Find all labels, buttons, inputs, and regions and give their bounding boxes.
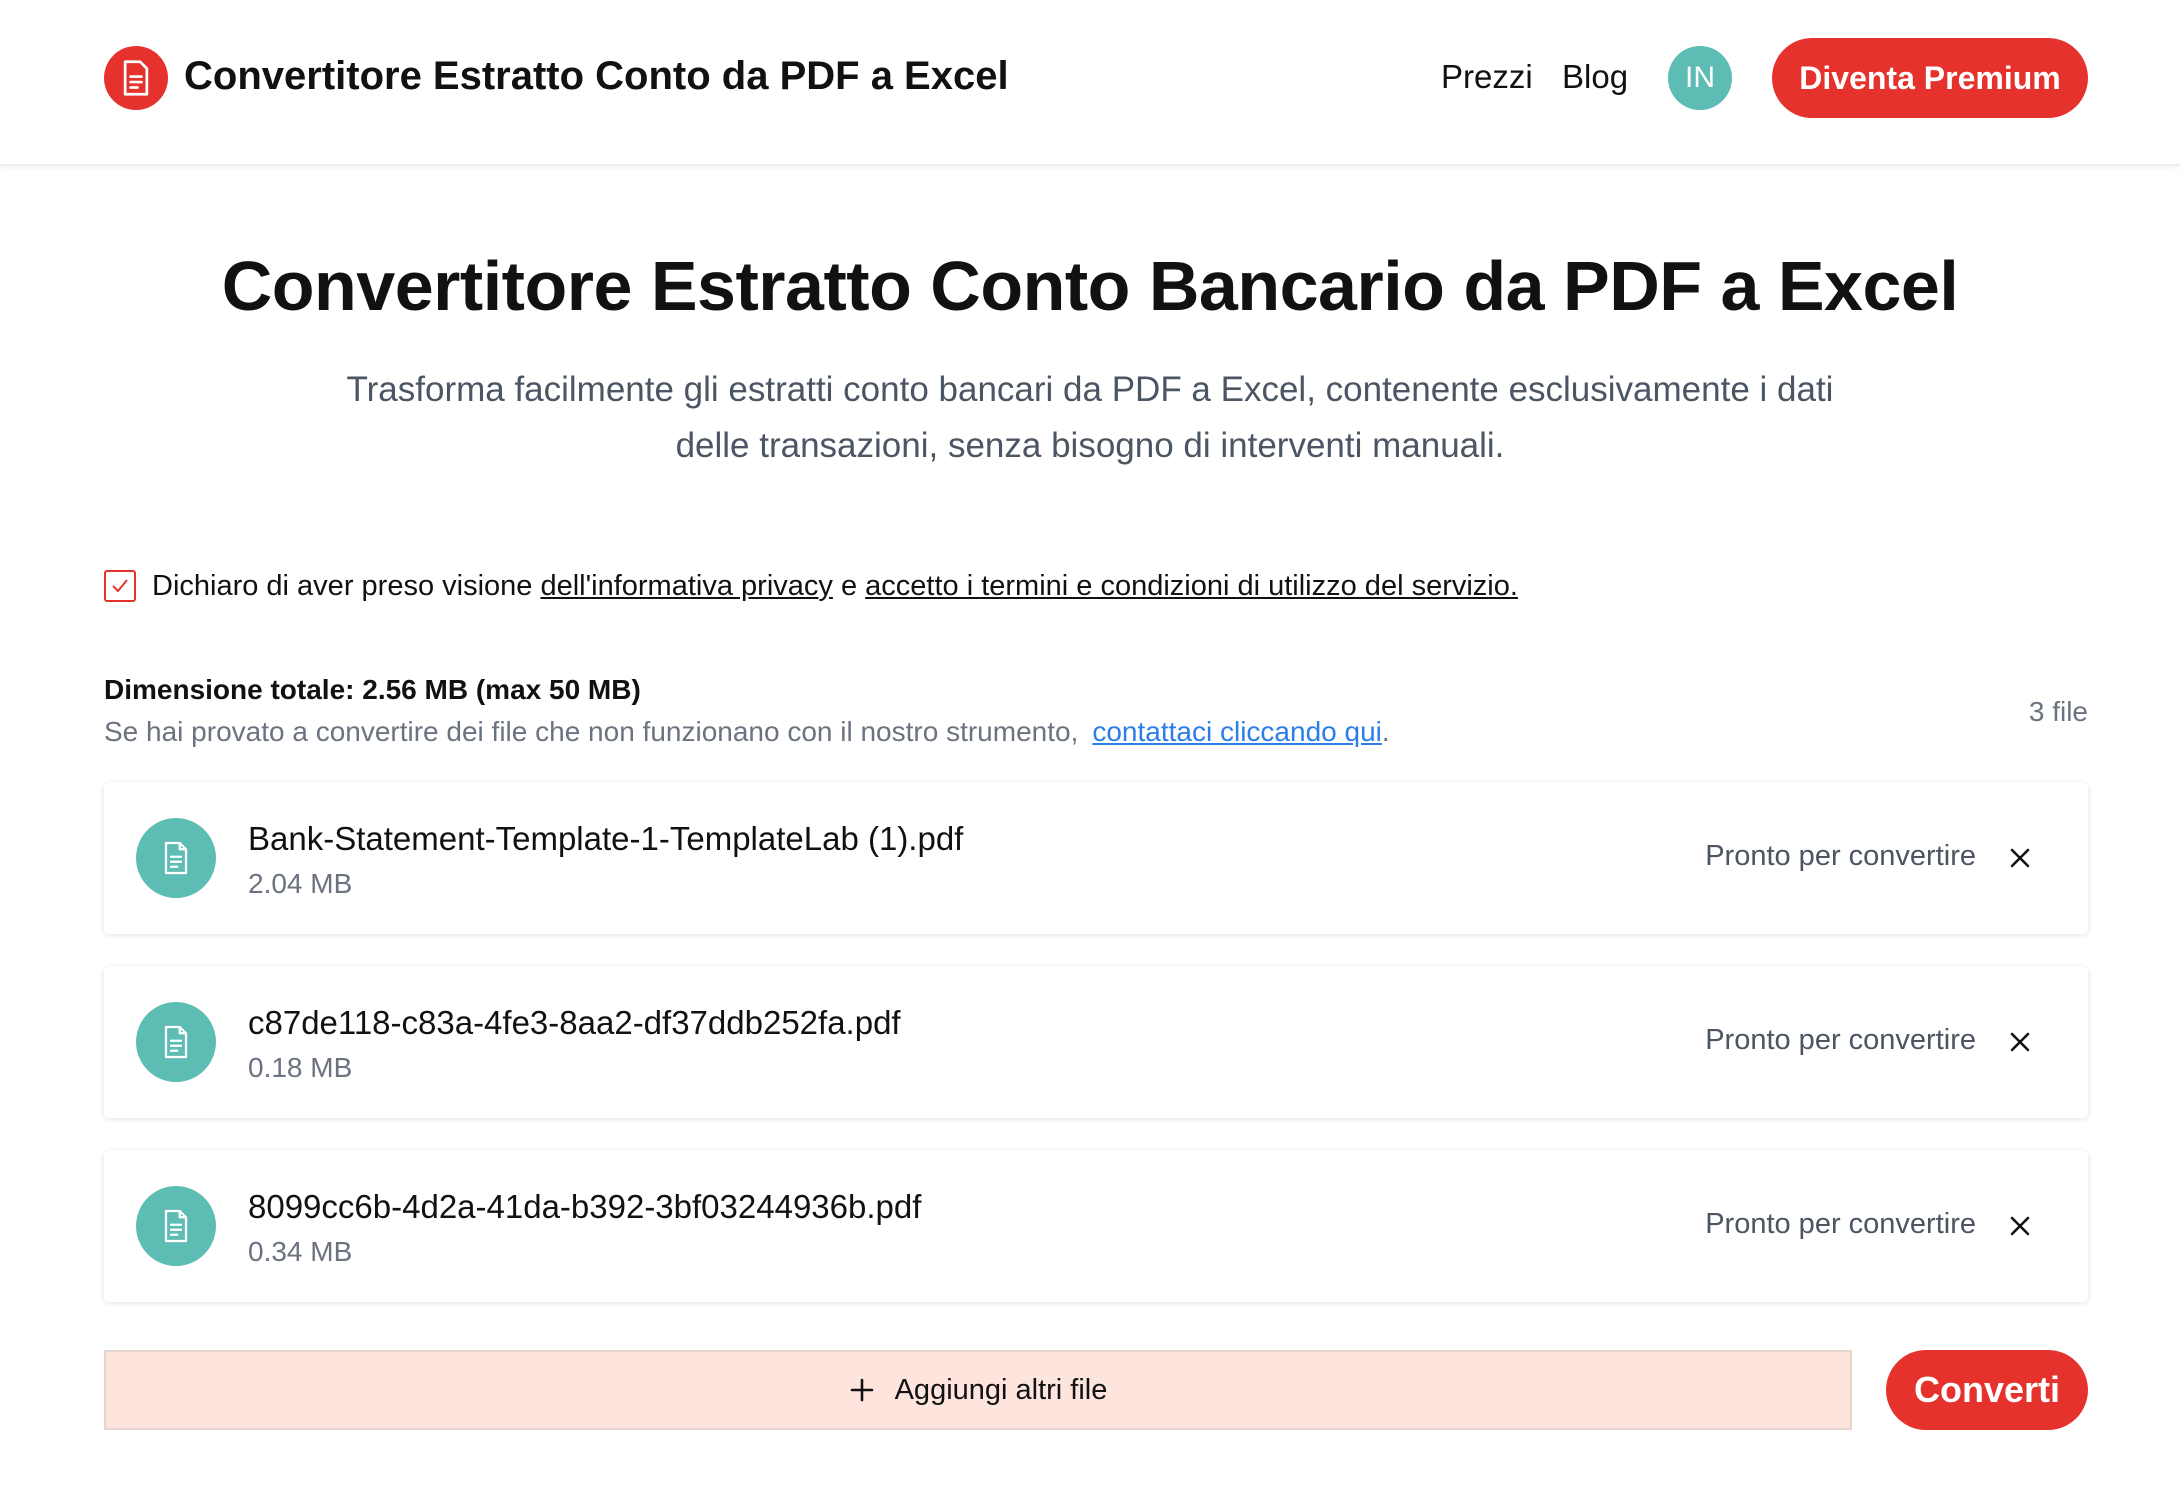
- check-icon: [112, 579, 128, 593]
- remove-file-button[interactable]: [2004, 842, 2036, 874]
- add-files-label: Aggiungi altri file: [894, 1373, 1108, 1406]
- help-text-body: Se hai provato a convertire dei file che…: [104, 716, 1079, 747]
- file-document-icon: [136, 1002, 216, 1082]
- premium-button[interactable]: Diventa Premium: [1772, 38, 2088, 118]
- help-text-suffix: .: [1381, 716, 1390, 747]
- file-name: c87de118-c83a-4fe3-8aa2-df37ddb252fa.pdf: [248, 1004, 901, 1041]
- file-size: 0.18 MB: [248, 1052, 353, 1083]
- file-card: c87de118-c83a-4fe3-8aa2-df37ddb252fa.pdf…: [104, 966, 2088, 1118]
- convert-button[interactable]: Converti: [1886, 1350, 2088, 1430]
- file-name: Bank-Statement-Template-1-TemplateLab (1…: [248, 820, 964, 857]
- file-status: Pronto per convertire: [1705, 1024, 1976, 1056]
- consent-checkbox[interactable]: [104, 570, 136, 602]
- contact-link[interactable]: contattaci cliccando qui: [1092, 716, 1382, 747]
- file-document-icon: [136, 818, 216, 898]
- file-name: 8099cc6b-4d2a-41da-b392-3bf03244936b.pdf: [248, 1188, 922, 1225]
- help-text: Se hai provato a convertire dei file che…: [104, 716, 1390, 748]
- close-icon: [2010, 1216, 2030, 1236]
- nav-blog-link[interactable]: Blog: [1562, 58, 1628, 96]
- file-card: 8099cc6b-4d2a-41da-b392-3bf03244936b.pdf…: [104, 1150, 2088, 1302]
- file-card: Bank-Statement-Template-1-TemplateLab (1…: [104, 782, 2088, 934]
- brand-title[interactable]: Convertitore Estratto Conto da PDF a Exc…: [184, 54, 1009, 99]
- consent-row: Dichiaro di aver preso visione dell'info…: [104, 566, 1518, 606]
- file-size: 2.04 MB: [248, 868, 353, 899]
- page-subtitle: Trasforma facilmente gli estratti conto …: [346, 370, 1834, 465]
- remove-file-button[interactable]: [2004, 1210, 2036, 1242]
- privacy-link[interactable]: dell'informativa privacy: [540, 570, 832, 603]
- user-avatar[interactable]: IN: [1668, 46, 1732, 110]
- terms-link[interactable]: accetto i termini e condizioni di utiliz…: [865, 570, 1518, 603]
- close-icon: [2010, 1032, 2030, 1052]
- file-count: 3 file: [2028, 696, 2088, 727]
- file-document-icon: [136, 1186, 216, 1266]
- consent-middle: e: [832, 569, 866, 602]
- file-size: 0.34 MB: [248, 1236, 353, 1267]
- add-files-button[interactable]: Aggiungi altri file: [104, 1350, 1852, 1430]
- close-icon: [2010, 848, 2030, 868]
- document-icon[interactable]: [104, 46, 168, 110]
- file-status: Pronto per convertire: [1705, 840, 1976, 872]
- page-title: Convertitore Estratto Conto Bancario da …: [221, 247, 1959, 325]
- plus-icon: [849, 1377, 875, 1403]
- consent-prefix: Dichiaro di aver preso visione: [152, 569, 541, 602]
- nav-prezzi-link[interactable]: Prezzi: [1441, 58, 1533, 96]
- top-header: Convertitore Estratto Conto da PDF a Exc…: [0, 0, 2180, 166]
- file-status: Pronto per convertire: [1705, 1208, 1976, 1240]
- remove-file-button[interactable]: [2004, 1026, 2036, 1058]
- total-size-label: Dimensione totale: 2.56 MB (max 50 MB): [104, 674, 641, 705]
